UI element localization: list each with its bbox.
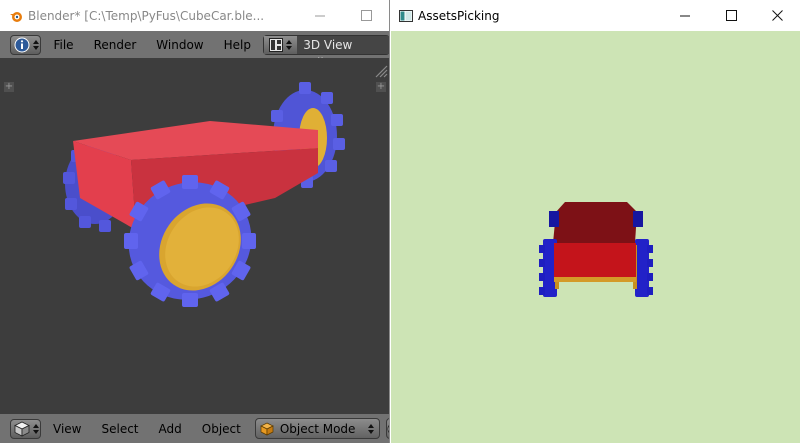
assets-title-bar[interactable]: AssetsPicking [391, 0, 800, 31]
menu-help[interactable]: Help [214, 38, 261, 52]
blender-title-bar[interactable]: Blender* [C:\Temp\PyFus\CubeCar.ble... [0, 0, 389, 31]
minimize-icon [315, 15, 325, 16]
cube-view-icon [14, 421, 30, 437]
blender-window: Blender* [C:\Temp\PyFus\CubeCar.ble... F… [0, 0, 390, 443]
assets-maximize-button[interactable] [708, 0, 754, 31]
assets-picking-window: AssetsPicking [391, 0, 800, 443]
close-icon [771, 10, 783, 21]
layout-icon [268, 37, 283, 52]
info-icon [14, 37, 30, 52]
3d-viewport[interactable]: + + [0, 58, 389, 414]
blender-window-title: Blender* [C:\Temp\PyFus\CubeCar.ble... [28, 8, 265, 23]
screen-layout-toggle[interactable] [263, 35, 298, 54]
menu-object[interactable]: Object [192, 422, 251, 436]
object-mode-icon [260, 422, 274, 436]
minimize-icon [680, 15, 690, 16]
blender-minimize-button[interactable] [297, 0, 343, 31]
menu-render[interactable]: Render [84, 38, 147, 52]
blender-maximize-button[interactable] [343, 0, 389, 31]
screen-layout-select[interactable]: 3D View Full [262, 34, 389, 70]
menu-file[interactable]: File [43, 38, 83, 52]
blender-logo-icon [10, 11, 22, 22]
screen-layout-name[interactable]: 3D View Full [297, 35, 389, 70]
assets-close-button[interactable] [754, 0, 800, 31]
viewport-shading-button[interactable] [386, 418, 389, 439]
3d-view-header: View Select Add Object Object Mode [0, 414, 389, 443]
updown-arrows-icon [33, 39, 39, 50]
assets-minimize-button[interactable] [662, 0, 708, 31]
assets-window-title: AssetsPicking [418, 8, 500, 23]
menu-view[interactable]: View [43, 422, 91, 436]
cube-car-blender-render [63, 82, 345, 307]
object-mode-select[interactable]: Object Mode [254, 418, 381, 439]
blender-info-header: File Render Window Help 3D View Full [0, 31, 389, 70]
updown-arrows-icon [33, 423, 39, 434]
app-window-icon [399, 9, 413, 22]
menu-add[interactable]: Add [149, 422, 192, 436]
menu-window[interactable]: Window [146, 38, 213, 52]
cube-car-render [539, 202, 653, 297]
updown-arrows-icon [285, 39, 292, 50]
maximize-icon [360, 10, 372, 21]
editor-type-button[interactable] [10, 34, 42, 55]
rendered-car [539, 202, 653, 297]
menu-select[interactable]: Select [91, 422, 148, 436]
maximize-icon [725, 10, 737, 21]
assets-3d-view[interactable] [391, 31, 800, 443]
object-mode-label: Object Mode [279, 421, 356, 436]
shading-sphere-icon [387, 424, 389, 433]
updown-arrows-icon [368, 423, 375, 434]
view3d-editor-type-button[interactable] [10, 418, 41, 439]
